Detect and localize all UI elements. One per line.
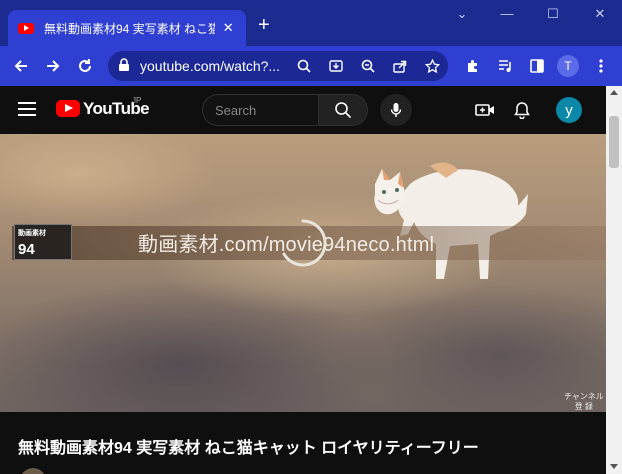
minimize-button[interactable]: — xyxy=(497,6,517,21)
cat-video-frame-image xyxy=(374,162,528,279)
loading-spinner-icon xyxy=(282,219,327,267)
youtube-header: YouTube JP y xyxy=(0,86,606,134)
youtube-page: YouTube JP y xyxy=(0,86,622,474)
corner-label-line-1: チャンネル xyxy=(564,392,604,401)
reload-icon xyxy=(79,59,91,72)
url-text[interactable]: youtube.com/watch?... xyxy=(140,58,280,74)
channel-avatar[interactable] xyxy=(20,468,46,474)
page-scrollbar[interactable] xyxy=(606,86,622,474)
back-arrow-icon xyxy=(14,60,27,72)
country-code: JP xyxy=(132,96,142,105)
address-bar[interactable]: youtube.com/watch?... xyxy=(108,51,448,81)
tab-search-icon[interactable]: ⌄ xyxy=(452,6,472,22)
video-title: 無料動画素材94 実写素材 ねこ猫キャット ロイヤリティーフリー xyxy=(18,440,479,457)
side-panel-icon[interactable] xyxy=(525,54,549,78)
share-icon[interactable] xyxy=(390,56,410,76)
create-video-button[interactable] xyxy=(473,98,497,122)
microphone-icon xyxy=(390,103,402,117)
scroll-down-arrow-icon[interactable] xyxy=(610,464,618,469)
account-avatar[interactable]: y xyxy=(556,97,582,123)
badge-title: 動画素材 xyxy=(18,230,46,237)
back-button[interactable] xyxy=(9,54,33,78)
search-input[interactable] xyxy=(215,101,311,119)
lock-icon[interactable] xyxy=(118,58,130,72)
browser-tab[interactable]: 無料動画素材94 実写素材 ねこ猫 ✕ xyxy=(8,10,246,46)
browser-toolbar: youtube.com/watch?... T xyxy=(0,46,622,86)
forward-button[interactable] xyxy=(41,54,65,78)
maximize-button[interactable]: ☐ xyxy=(543,6,563,22)
chrome-menu-icon[interactable] xyxy=(589,54,613,78)
notifications-button[interactable] xyxy=(510,98,534,122)
reload-button[interactable] xyxy=(73,54,97,78)
badge-number: 94 xyxy=(18,241,35,258)
extensions-puzzle-icon[interactable] xyxy=(461,54,485,78)
close-window-button[interactable]: ✕ xyxy=(590,6,610,22)
channel-badge: 動画素材 94 xyxy=(14,224,72,260)
zoom-icon[interactable] xyxy=(358,56,378,76)
scrollbar-thumb[interactable] xyxy=(609,116,619,168)
video-info: 無料動画素材94 実写素材 ねこ猫キャット ロイヤリティーフリー xyxy=(0,412,606,474)
tab-strip: 無料動画素材94 実写素材 ねこ猫 ✕ + ⌄ — ☐ ✕ xyxy=(0,0,622,46)
search-button[interactable] xyxy=(318,94,368,126)
video-camera-plus-icon xyxy=(475,104,494,116)
subscribe-corner-label[interactable]: チャンネル 登 録 xyxy=(564,392,604,412)
tab-close-button[interactable]: ✕ xyxy=(221,20,237,36)
menu-hamburger-icon[interactable] xyxy=(18,102,36,116)
bell-icon xyxy=(514,102,530,119)
tab-title: 無料動画素材94 実写素材 ねこ猫 xyxy=(44,21,215,36)
scroll-up-arrow-icon[interactable] xyxy=(610,90,618,95)
install-app-icon[interactable] xyxy=(326,56,346,76)
video-player[interactable]: 動画素材 94 動画素材.com/movie94neco.html チャンネル … xyxy=(0,134,606,412)
search-box[interactable] xyxy=(202,94,318,126)
media-control-icon[interactable] xyxy=(493,54,517,78)
bookmark-star-icon[interactable] xyxy=(422,56,442,76)
youtube-favicon-icon xyxy=(18,22,34,34)
search-icon xyxy=(335,102,352,119)
profile-avatar[interactable]: T xyxy=(557,55,579,77)
youtube-logo-icon[interactable] xyxy=(56,100,80,117)
voice-search-button[interactable] xyxy=(380,94,412,126)
search-page-icon[interactable] xyxy=(294,56,314,76)
corner-label-line-2: 登 録 xyxy=(574,402,593,411)
new-tab-button[interactable]: + xyxy=(258,15,270,35)
forward-arrow-icon xyxy=(47,60,60,72)
